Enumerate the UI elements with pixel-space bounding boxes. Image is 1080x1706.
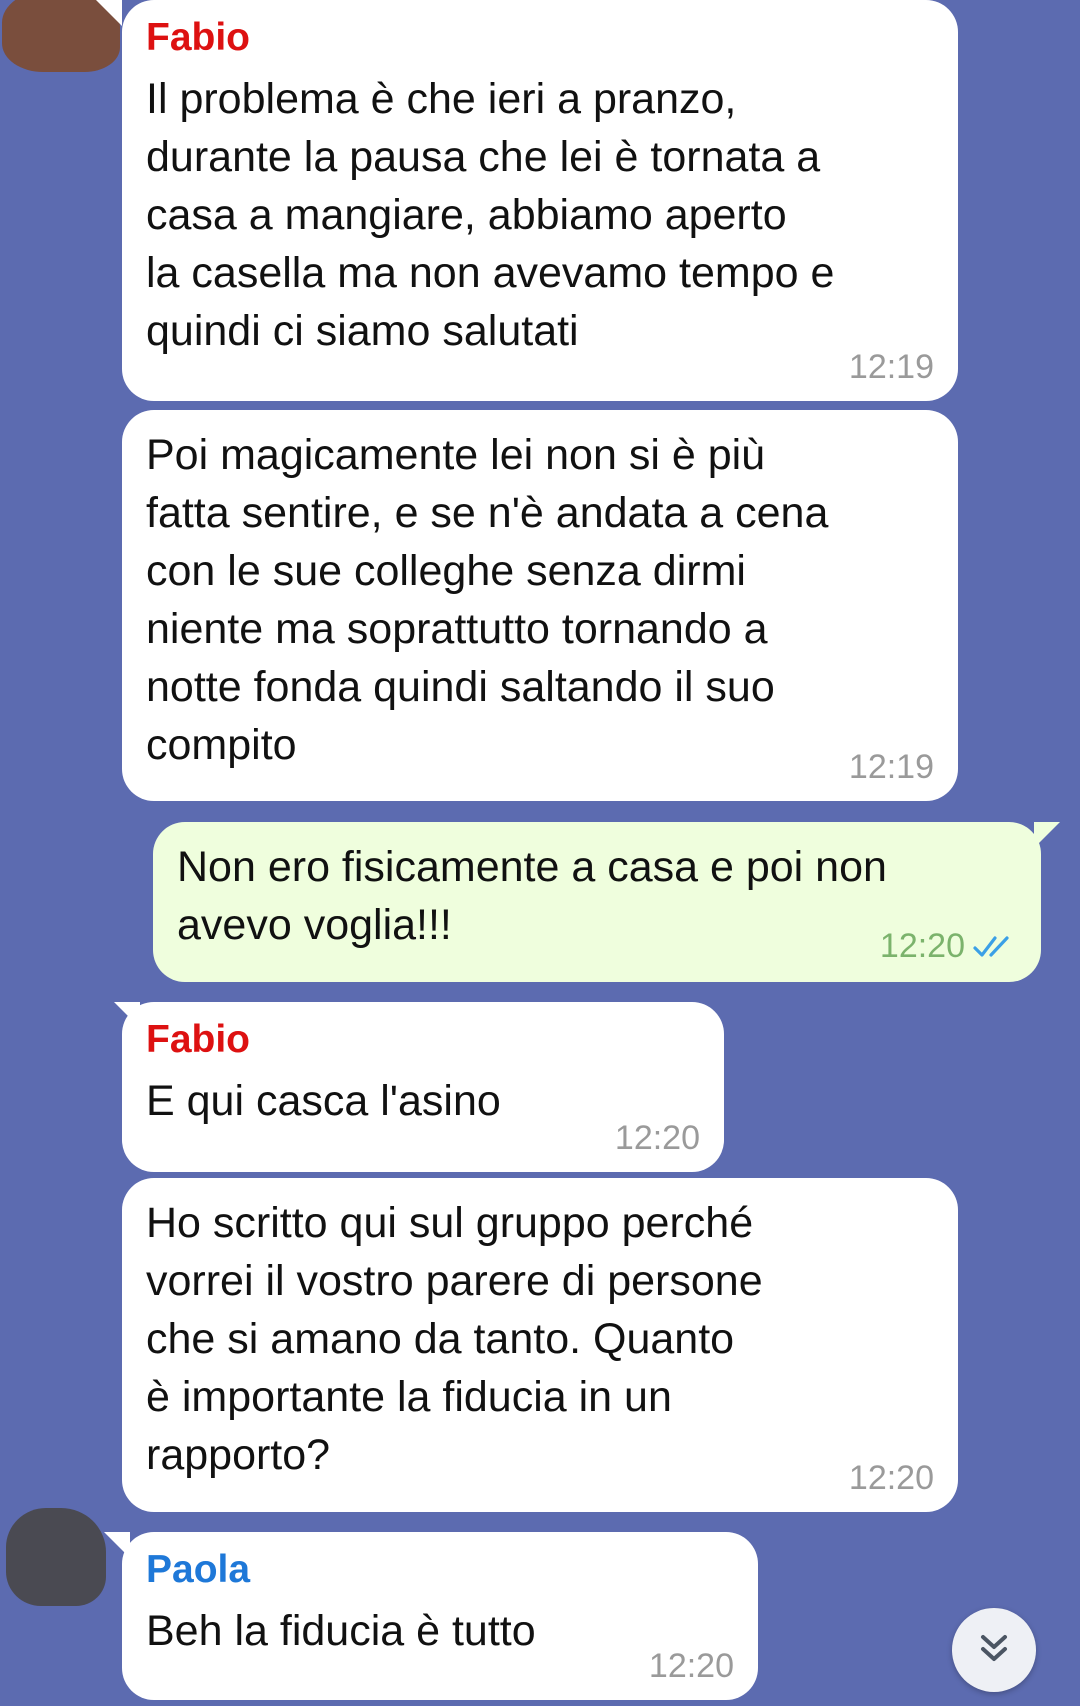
message-bubble-incoming[interactable]: Fabio E qui casca l'asino 12:20 [122,1002,724,1172]
message-text: Il problema è che ieri a pranzo, durante… [146,75,835,355]
double-check-icon [973,929,1017,968]
message-bubble-outgoing[interactable]: Non ero fisicamente a casa e poi non ave… [153,822,1041,982]
message-text: Beh la fiducia è tutto [146,1607,536,1655]
sender-name[interactable]: Fabio [146,1018,700,1062]
message-time: 12:20 [879,927,965,966]
message-text: Poi magicamente lei non si è più fatta s… [146,431,829,769]
scroll-to-bottom-button[interactable] [952,1608,1036,1692]
bubble-tail [96,0,122,26]
sender-name[interactable]: Paola [146,1548,734,1592]
avatar-paola[interactable] [6,1508,106,1606]
message-time: 12:20 [614,1119,700,1157]
message-time: 12:19 [848,748,934,786]
message-bubble-incoming[interactable]: Fabio Il problema è che ieri a pranzo, d… [122,0,958,401]
message-bubble-incoming[interactable]: Ho scritto qui sul gruppo perché vorrei … [122,1178,958,1512]
sender-name[interactable]: Fabio [146,16,934,60]
message-time: 12:20 [648,1647,734,1685]
message-bubble-incoming[interactable]: Poi magicamente lei non si è più fatta s… [122,410,958,801]
message-time: 12:19 [848,348,934,386]
message-bubble-incoming[interactable]: Paola Beh la fiducia è tutto 12:20 [122,1532,758,1700]
message-text: Ho scritto qui sul gruppo perché vorrei … [146,1199,763,1479]
double-chevron-down-icon [974,1628,1014,1673]
message-time-status: 12:20 [880,927,1017,968]
message-time: 12:20 [848,1459,934,1497]
